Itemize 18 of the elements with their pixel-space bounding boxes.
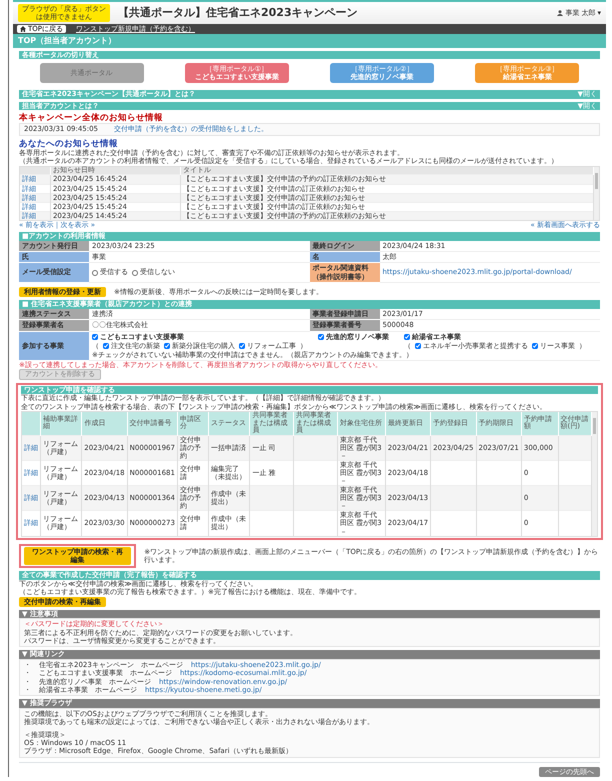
home-icon xyxy=(20,26,26,32)
scrollbar[interactable] xyxy=(592,412,597,536)
checkbox[interactable] xyxy=(415,343,421,350)
section-heading: 本キャンペーン全体のお知らせ情報 xyxy=(19,113,164,124)
user-icon xyxy=(557,10,564,16)
checkbox[interactable] xyxy=(92,334,98,340)
radio-button[interactable] xyxy=(132,270,138,276)
page-title: TOP（担当者アカウント） xyxy=(13,34,606,48)
checkbox[interactable] xyxy=(404,334,410,340)
checkbox[interactable] xyxy=(103,343,109,350)
page-heading: 【共通ポータル】住宅省エネ2023キャンペーン xyxy=(118,6,358,20)
radio-button[interactable] xyxy=(92,270,98,276)
scrollbar[interactable] xyxy=(594,166,599,220)
section-heading: あなたへのお知らせ情報 xyxy=(19,138,119,149)
checkbox[interactable] xyxy=(532,343,538,350)
checkbox[interactable] xyxy=(164,343,170,350)
checkbox[interactable] xyxy=(239,343,245,350)
checkbox[interactable] xyxy=(318,334,324,340)
